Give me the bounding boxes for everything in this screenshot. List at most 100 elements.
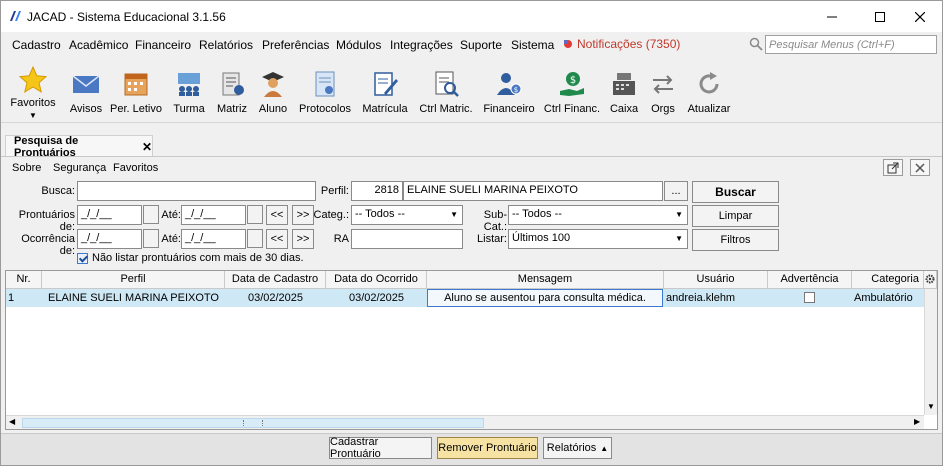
detach-window-button[interactable]	[883, 159, 903, 176]
menu-modulos[interactable]: Módulos	[336, 38, 381, 52]
toolbar-matriz[interactable]: Matriz	[213, 57, 251, 121]
calendar-picker-icon[interactable]	[247, 229, 263, 248]
student-icon	[262, 72, 284, 97]
scrollbar-thumb[interactable]	[22, 418, 484, 428]
menu-integracoes[interactable]: Integrações	[390, 38, 453, 52]
minimize-button[interactable]	[809, 1, 855, 32]
busca-input[interactable]	[77, 181, 316, 201]
prontuarios-start-date[interactable]: _/_/__	[77, 205, 142, 225]
toolbar-aluno[interactable]: Aluno	[255, 57, 291, 121]
toolbar-per-letivo-label: Per. Letivo	[110, 103, 162, 115]
submenu-favoritos[interactable]: Favoritos	[113, 162, 158, 174]
tab-close-icon[interactable]: ✕	[142, 140, 152, 154]
minimize-icon	[827, 16, 837, 17]
ocorrencia-start-date[interactable]: _/_/__	[77, 229, 142, 249]
column-header-usuario[interactable]: Usuário	[664, 271, 768, 289]
menu-sistema[interactable]: Sistema	[511, 38, 554, 52]
toolbar-caixa[interactable]: Caixa	[605, 57, 643, 121]
scroll-left-icon[interactable]: ◀	[9, 417, 15, 426]
buscar-button[interactable]: Buscar	[692, 181, 779, 203]
tab-divider	[1, 156, 942, 157]
categoria-select[interactable]: -- Todos -- ▼	[351, 205, 463, 225]
menu-suporte[interactable]: Suporte	[460, 38, 502, 52]
subcat-label: Sub-Cat.:	[483, 209, 507, 233]
toolbar-per-letivo[interactable]: Per. Letivo	[110, 57, 162, 121]
search-icon	[749, 37, 763, 51]
next-period-button[interactable]: >>	[292, 205, 314, 225]
calendar-picker-icon[interactable]	[143, 205, 159, 224]
notifications-link[interactable]: Notificações (7350)	[563, 37, 680, 51]
calendar-icon	[124, 73, 148, 96]
cash-register-icon	[613, 73, 635, 95]
column-header-data-cadastro[interactable]: Data de Cadastro	[225, 271, 326, 289]
tab-label: Pesquisa de Prontuários	[14, 134, 79, 159]
notification-bell-icon	[564, 40, 572, 48]
search-menus-input[interactable]	[765, 35, 937, 54]
refresh-icon	[699, 72, 719, 94]
toolbar-ctrl-matric[interactable]: Ctrl Matric.	[417, 57, 475, 121]
relatorios-button[interactable]: Relatórios ▲	[543, 437, 612, 459]
vertical-scrollbar[interactable]: ▼	[924, 289, 937, 415]
perfil-lookup-button[interactable]: ...	[664, 181, 688, 201]
close-button[interactable]	[897, 1, 943, 32]
toolbar-favoritos[interactable]: Favoritos ▼	[7, 57, 59, 121]
submenu-seguranca[interactable]: Segurança	[53, 162, 106, 174]
scroll-right-icon[interactable]: ▶	[914, 417, 920, 426]
toolbar-financeiro[interactable]: $ Financeiro	[481, 57, 537, 121]
title-bar: JACAD - Sistema Educacional 3.1.56	[1, 1, 942, 32]
toolbar-turma[interactable]: Turma	[169, 57, 209, 121]
limpar-button[interactable]: Limpar	[692, 205, 779, 227]
limit-30-days-checkbox[interactable]	[77, 253, 88, 264]
tab-pesquisa-prontuarios[interactable]: Pesquisa de Prontuários ✕	[5, 134, 153, 159]
calendar-picker-icon[interactable]	[247, 205, 263, 224]
toolbar-ctrl-financ[interactable]: $ Ctrl Financ.	[543, 57, 601, 121]
toolbar-favoritos-label: Favoritos	[10, 97, 56, 109]
menu-academico[interactable]: Acadêmico	[69, 38, 128, 52]
prontuarios-end-date[interactable]: _/_/__	[181, 205, 246, 225]
perfil-code-input[interactable]: 2818	[351, 181, 403, 201]
cadastrar-prontuario-button[interactable]: Cadastrar Prontuário	[329, 436, 432, 460]
menu-preferencias[interactable]: Preferências	[262, 38, 329, 52]
column-header-mensagem[interactable]: Mensagem	[427, 271, 664, 289]
submenu-sobre[interactable]: Sobre	[12, 162, 41, 174]
toolbar-avisos[interactable]: Avisos	[65, 57, 107, 121]
next-period-button[interactable]: >>	[292, 229, 314, 249]
perfil-name-input[interactable]: ELAINE SUELI MARINA PEIXOTO	[403, 181, 663, 201]
column-header-nr[interactable]: Nr.	[6, 271, 42, 289]
menu-financeiro[interactable]: Financeiro	[135, 38, 191, 52]
toolbar-atualizar-label: Atualizar	[687, 103, 731, 115]
prev-period-button[interactable]: <<	[266, 205, 288, 225]
chevron-down-icon: ▼	[450, 210, 458, 219]
column-header-advertencia[interactable]: Advertência	[768, 271, 852, 289]
toolbar-orgs[interactable]: Orgs	[647, 57, 679, 121]
menu-relatorios[interactable]: Relatórios	[199, 38, 253, 52]
close-panel-button[interactable]	[910, 159, 930, 176]
horizontal-scrollbar[interactable]: ◀ ▶	[6, 415, 924, 429]
prev-period-button[interactable]: <<	[266, 229, 288, 249]
menu-cadastro[interactable]: Cadastro	[12, 38, 61, 52]
cell-mensagem[interactable]: Aluno se ausentou para consulta médica.	[427, 289, 663, 307]
calendar-picker-icon[interactable]	[143, 229, 159, 248]
listar-select[interactable]: Últimos 100 ▼	[508, 229, 688, 249]
jacad-logo-icon	[10, 11, 21, 21]
column-header-data-ocorrido[interactable]: Data do Ocorrido	[326, 271, 427, 289]
control-search-icon	[435, 71, 459, 97]
toolbar-protocolos[interactable]: Protocolos	[297, 57, 353, 121]
toolbar-atualizar[interactable]: Atualizar	[685, 57, 733, 121]
window-title: JACAD - Sistema Educacional 3.1.56	[27, 10, 226, 24]
ra-input[interactable]	[351, 229, 463, 249]
filtros-button[interactable]: Filtros	[692, 229, 779, 251]
listar-value: Últimos 100	[512, 232, 571, 244]
cell-advertencia-checkbox[interactable]	[804, 292, 815, 303]
column-header-categoria[interactable]: Categoria	[852, 271, 924, 289]
toolbar-matricula[interactable]: Matrícula	[359, 57, 411, 121]
column-settings-button[interactable]	[924, 271, 937, 289]
subcategoria-select[interactable]: -- Todos -- ▼	[508, 205, 688, 225]
scroll-down-icon[interactable]: ▼	[927, 402, 935, 411]
column-header-perfil[interactable]: Perfil	[42, 271, 225, 289]
close-icon	[915, 162, 925, 173]
ocorrencia-end-date[interactable]: _/_/__	[181, 229, 246, 249]
table-row[interactable]: 1 ELAINE SUELI MARINA PEIXOTO 03/02/2025…	[6, 289, 937, 307]
toolbar-ctrl-matric-label: Ctrl Matric.	[419, 103, 473, 115]
remover-prontuario-button[interactable]: Remover Prontuário	[437, 437, 538, 459]
